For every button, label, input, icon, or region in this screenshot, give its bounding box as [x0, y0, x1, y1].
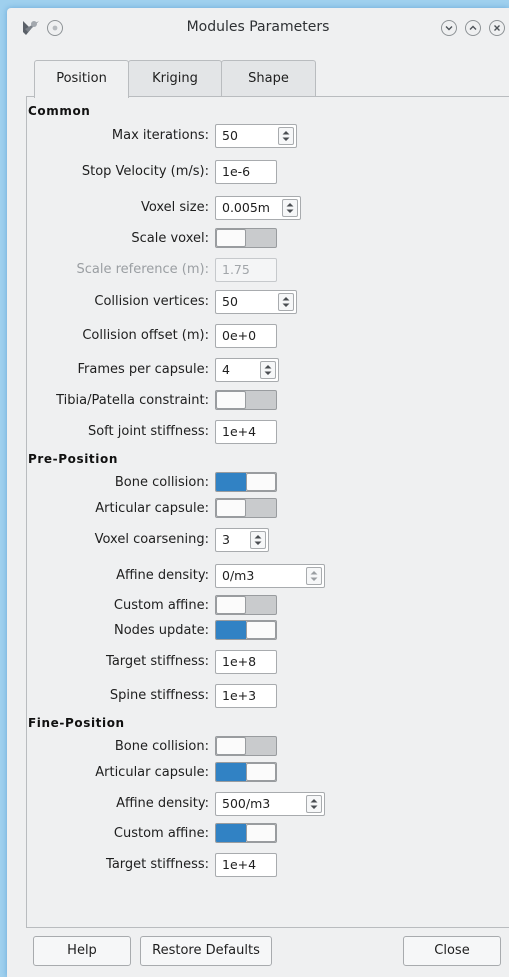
pre-affine-density-label: Affine density: [116, 568, 209, 583]
toggle-knob [216, 499, 246, 517]
voxel-size-value: 0.005m [222, 200, 270, 215]
pre-articular-capsule-toggle[interactable] [215, 498, 277, 518]
max-iterations-value: 50 [222, 128, 238, 143]
pre-articular-capsule-label: Articular capsule: [95, 501, 209, 516]
toggle-knob [216, 229, 246, 247]
tab-position[interactable]: Position [34, 60, 129, 98]
pre-custom-affine-toggle[interactable] [215, 595, 277, 615]
maximize-icon[interactable] [465, 20, 481, 36]
fine-custom-affine-toggle[interactable] [215, 823, 277, 843]
tab-kriging[interactable]: Kriging [128, 60, 222, 96]
help-button[interactable]: Help [33, 936, 131, 966]
collision-vertices-value: 50 [222, 294, 238, 309]
frames-per-capsule-label: Frames per capsule: [77, 362, 209, 377]
stop-velocity-input[interactable]: 1e-6 [215, 160, 277, 184]
collision-offset-input[interactable]: 0e+0 [215, 324, 277, 348]
fine-articular-capsule-toggle[interactable] [215, 762, 277, 782]
toggle-knob [216, 391, 246, 409]
voxel-coarsening-spinbox[interactable]: 3 [215, 528, 269, 552]
fine-target-stiffness-input[interactable]: 1e+4 [215, 853, 277, 877]
tibia-patella-constraint-label: Tibia/Patella constraint: [56, 393, 209, 408]
soft-joint-stiffness-input[interactable]: 1e+4 [215, 420, 277, 444]
section-common: Common [28, 104, 91, 118]
scale-voxel-toggle[interactable] [215, 228, 277, 248]
spin-arrows-icon[interactable] [278, 293, 294, 311]
window-title: Modules Parameters [186, 19, 330, 35]
spine-stiffness-input[interactable]: 1e+3 [215, 684, 277, 708]
voxel-size-spinbox[interactable]: 0.005m [215, 196, 301, 220]
title-bar[interactable]: Modules Parameters [7, 8, 509, 48]
collision-vertices-spinbox[interactable]: 50 [215, 290, 297, 314]
max-iterations-spinbox[interactable]: 50 [215, 124, 297, 148]
spin-arrows-icon[interactable] [278, 127, 294, 145]
toggle-knob [246, 763, 276, 781]
fine-affine-density-value: 500/m3 [222, 796, 271, 811]
spin-arrows-icon[interactable] [250, 531, 266, 549]
section-fine-position: Fine-Position [28, 716, 125, 730]
pre-target-stiffness-label: Target stiffness: [106, 654, 209, 669]
toggle-knob [216, 737, 246, 755]
close-button[interactable]: Close [403, 936, 501, 966]
scale-voxel-label: Scale voxel: [131, 231, 209, 246]
frames-per-capsule-spinbox[interactable]: 4 [215, 358, 279, 382]
nodes-update-label: Nodes update: [113, 623, 209, 638]
collision-offset-label: Collision offset (m): [82, 328, 209, 343]
spine-stiffness-label: Spine stiffness: [109, 688, 209, 703]
spin-arrows-icon[interactable] [306, 795, 322, 813]
toggle-fill [216, 473, 246, 491]
fine-bone-collision-toggle[interactable] [215, 736, 277, 756]
toggle-knob [246, 473, 276, 491]
scale-reference-label: Scale reference (m): [76, 262, 209, 277]
toggle-fill [216, 824, 246, 842]
close-icon[interactable] [489, 20, 505, 36]
collision-vertices-label: Collision vertices: [94, 294, 209, 309]
pre-affine-density-spinbox[interactable]: 0/m3 [215, 564, 325, 588]
toggle-knob [246, 621, 276, 639]
soft-joint-stiffness-label: Soft joint stiffness: [87, 424, 209, 439]
tab-shape[interactable]: Shape [221, 60, 316, 96]
toggle-knob [246, 824, 276, 842]
fine-articular-capsule-label: Articular capsule: [95, 765, 209, 780]
voxel-coarsening-label: Voxel coarsening: [94, 532, 209, 547]
stop-velocity-label: Stop Velocity (m/s): [81, 164, 209, 179]
restore-defaults-button[interactable]: Restore Defaults [140, 936, 272, 966]
pre-bone-collision-label: Bone collision: [114, 475, 209, 490]
toggle-knob [216, 596, 246, 614]
frames-per-capsule-value: 4 [222, 362, 230, 377]
voxel-coarsening-value: 3 [222, 532, 230, 547]
pre-custom-affine-label: Custom affine: [113, 598, 209, 613]
max-iterations-label: Max iterations: [111, 128, 209, 143]
fine-custom-affine-label: Custom affine: [113, 826, 209, 841]
toggle-fill [216, 621, 246, 639]
pre-target-stiffness-input[interactable]: 1e+8 [215, 650, 277, 674]
fine-target-stiffness-label: Target stiffness: [106, 857, 209, 872]
minimize-icon[interactable] [441, 20, 457, 36]
spin-arrows-icon[interactable] [282, 199, 298, 217]
voxel-size-label: Voxel size: [140, 200, 209, 215]
scale-reference-input: 1.75 [215, 258, 277, 282]
section-pre-position: Pre-Position [28, 452, 118, 466]
tibia-patella-constraint-toggle[interactable] [215, 390, 277, 410]
fine-bone-collision-label: Bone collision: [114, 739, 209, 754]
nodes-update-toggle[interactable] [215, 620, 277, 640]
pre-bone-collision-toggle[interactable] [215, 472, 277, 492]
fine-affine-density-spinbox[interactable]: 500/m3 [215, 792, 325, 816]
fine-affine-density-label: Affine density: [116, 796, 209, 811]
pre-affine-density-value: 0/m3 [222, 568, 255, 583]
modules-parameters-window: Modules Parameters Position Kriging Shap… [7, 8, 509, 977]
spin-arrows-icon[interactable] [306, 567, 322, 585]
toggle-fill [216, 763, 246, 781]
spin-arrows-icon[interactable] [260, 361, 276, 379]
